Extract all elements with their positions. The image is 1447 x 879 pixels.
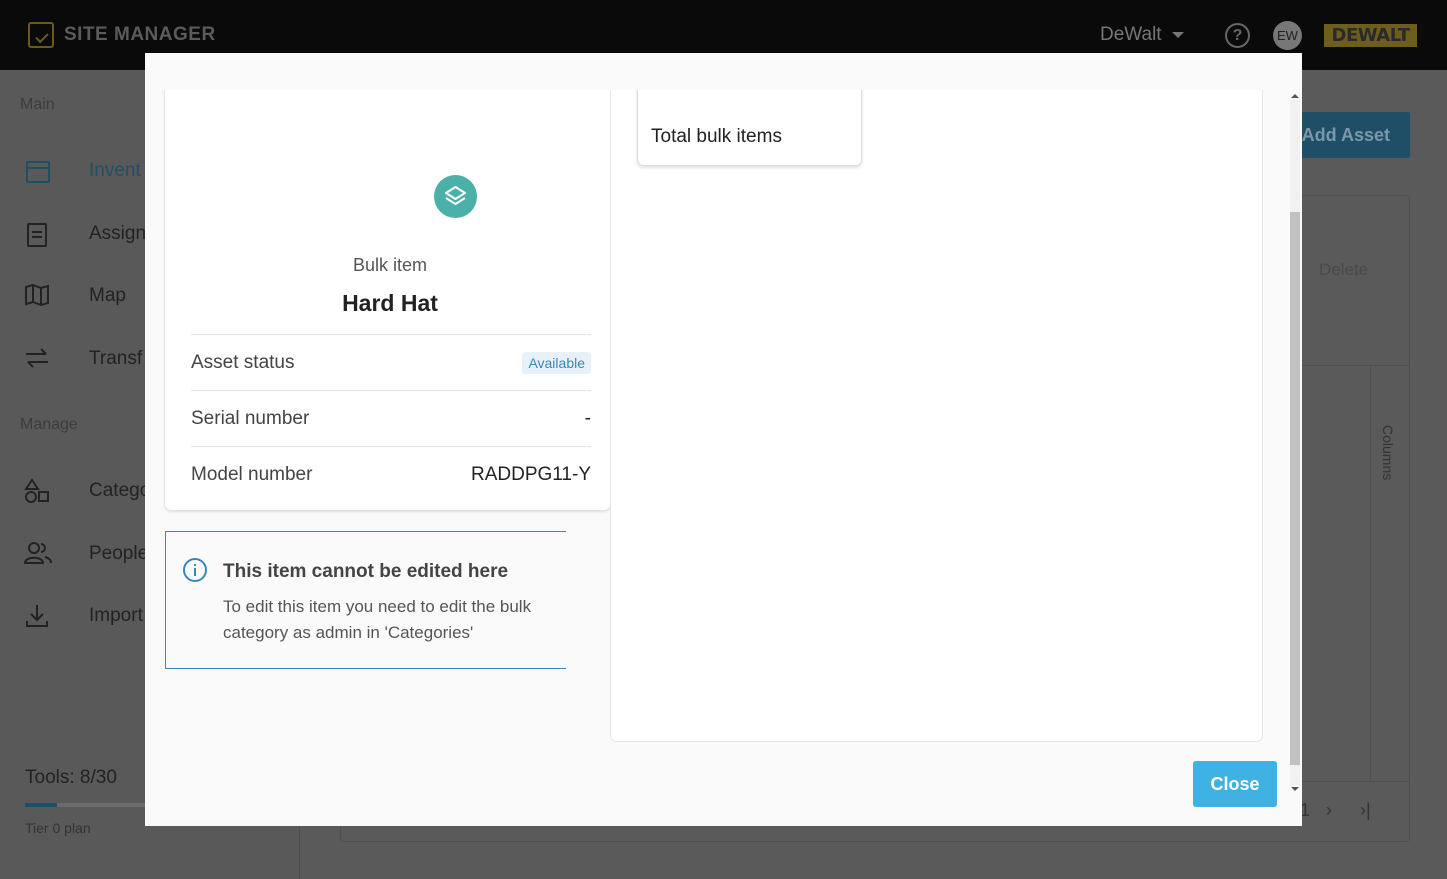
sidebar-item-import[interactable]: Import — [24, 603, 143, 629]
brand-select-value: DeWalt — [1100, 24, 1162, 45]
sidebar-item-assign[interactable]: Assign — [24, 221, 146, 247]
layers-icon — [434, 175, 477, 218]
tools-progress-fill — [25, 803, 58, 807]
archive-icon — [24, 158, 52, 184]
item-name: Hard Hat — [342, 290, 438, 316]
dewalt-logo: DEWALT — [1324, 24, 1417, 47]
brand-select[interactable]: DeWalt — [1100, 24, 1184, 46]
transfer-icon — [24, 346, 52, 372]
tools-usage: Tools: 8/30 — [25, 767, 117, 788]
sidebar-item-label: Map — [89, 285, 126, 306]
item-type-label: Bulk item — [352, 255, 428, 275]
sidebar-item-label: Invent — [89, 160, 141, 181]
modal-content[interactable]: Bulk item Hard Hat Asset status Availabl… — [145, 90, 1302, 795]
download-icon — [24, 603, 52, 629]
asset-status-label: Asset status — [191, 351, 295, 373]
model-number-label: Model number — [191, 463, 313, 485]
modal-scrollbar[interactable] — [1288, 90, 1302, 795]
delete-button[interactable]: Delete — [1319, 260, 1368, 280]
sidebar-item-label: Transf — [89, 348, 143, 369]
bulk-details-panel: 300 Total bulk items — [610, 90, 1263, 742]
sidebar-item-people[interactable]: People — [23, 541, 149, 567]
sidebar-item-transfer[interactable]: Transf — [24, 346, 142, 372]
sidebar-section-main: Main — [20, 96, 55, 113]
next-page-icon[interactable]: › — [1326, 800, 1332, 821]
sidebar-item-label: People — [89, 543, 149, 564]
caret-down-icon — [1171, 32, 1184, 38]
serial-number-label: Serial number — [191, 407, 310, 429]
clipboard-check-icon — [28, 22, 54, 48]
status-badge: Available — [522, 351, 591, 374]
scroll-down-icon[interactable] — [1291, 787, 1299, 791]
notice-text: To edit this item you need to edit the b… — [223, 597, 532, 642]
scrollbar-thumb[interactable] — [1290, 212, 1300, 765]
close-button[interactable]: Close — [1193, 761, 1277, 807]
sidebar-item-inventory[interactable]: Invent — [24, 158, 141, 184]
notice-title: This item cannot be edited here — [223, 561, 509, 582]
category-icon — [24, 478, 52, 504]
help-icon[interactable]: ? — [1225, 23, 1250, 48]
plan-label: Tier 0 plan — [25, 820, 91, 836]
sidebar-item-label: Import — [89, 605, 143, 626]
model-number-row: Model number RADDPG11-Y — [191, 446, 591, 502]
model-number-value: RADDPG11-Y — [470, 463, 591, 485]
add-asset-button[interactable]: Add Asset — [1290, 112, 1410, 158]
scroll-up-icon[interactable] — [1291, 94, 1299, 98]
tools-progress-bar — [25, 803, 145, 807]
clipboard-icon — [24, 221, 52, 247]
people-icon — [23, 541, 52, 567]
info-icon — [183, 558, 207, 582]
last-page-icon[interactable]: ›| — [1360, 800, 1371, 821]
sidebar-section-manage: Manage — [20, 416, 78, 433]
edit-notice: This item cannot be edited here To edit … — [165, 531, 566, 669]
item-details-modal: Bulk item Hard Hat Asset status Availabl… — [145, 53, 1302, 826]
total-bulk-items-label: Total bulk items — [651, 126, 782, 147]
sidebar-item-categories[interactable]: Catego — [24, 478, 150, 504]
avatar[interactable]: EW — [1273, 21, 1302, 50]
site-manager-logo[interactable]: SITE MANAGER — [28, 22, 216, 48]
sidebar-item-label: Assign — [89, 223, 147, 244]
total-bulk-items-value: 300 — [651, 90, 721, 98]
serial-number-row: Serial number - — [191, 390, 591, 446]
item-summary-card: Bulk item Hard Hat Asset status Availabl… — [165, 90, 610, 510]
total-bulk-items-card: 300 Total bulk items — [637, 90, 862, 166]
map-icon — [24, 283, 52, 309]
sidebar-item-label: Catego — [89, 480, 151, 501]
serial-number-value: - — [584, 407, 591, 429]
app-title: SITE MANAGER — [64, 24, 216, 45]
sidebar-item-map[interactable]: Map — [24, 283, 126, 309]
asset-status-row: Asset status Available — [191, 334, 591, 390]
columns-toggle[interactable]: Columns — [1380, 425, 1396, 480]
